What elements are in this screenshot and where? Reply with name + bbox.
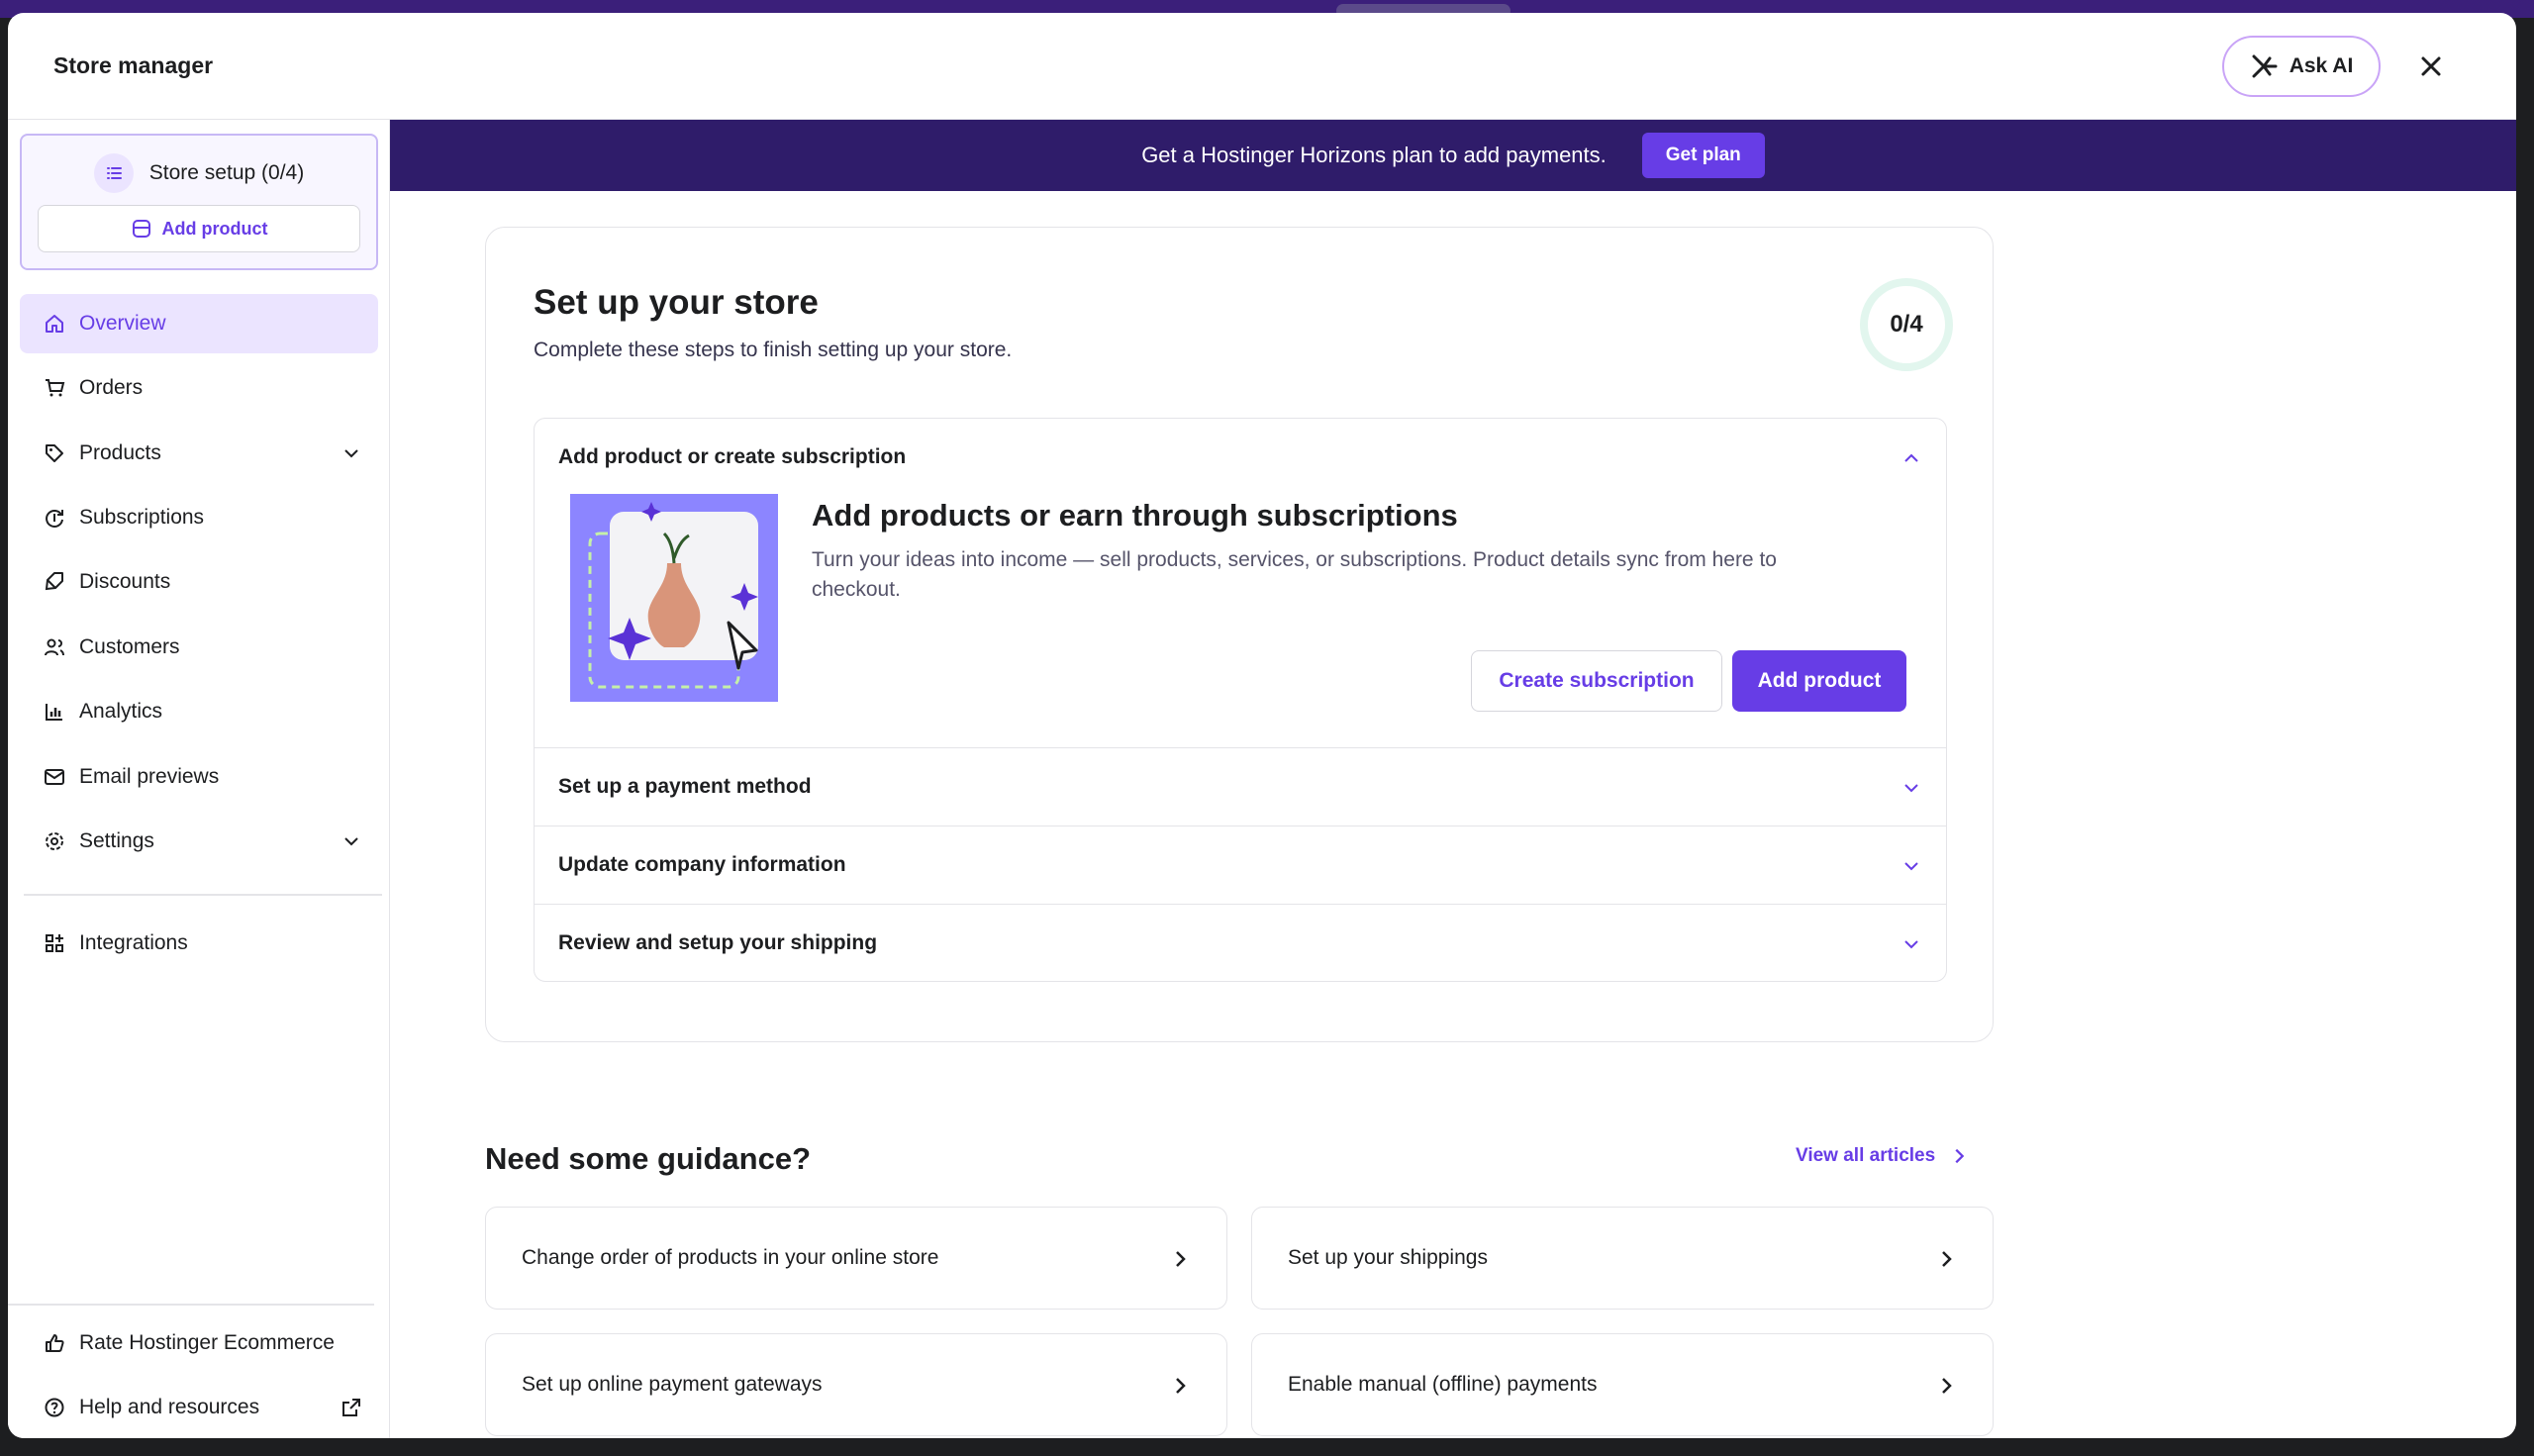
sidebar-item-analytics[interactable]: Analytics [20,682,378,741]
add-product-button[interactable]: Add product [1732,650,1906,712]
article-title: Set up online payment gateways [522,1373,823,1396]
chevron-down-icon [1904,862,1918,871]
guidance-title: Need some guidance? [485,1141,812,1176]
box-icon [132,220,150,238]
store-setup-panel: Set up your store Complete these steps t… [485,227,1994,1042]
subscription-icon [46,510,63,528]
sidebar-add-product-button[interactable]: Add product [38,205,360,252]
external-link-icon [342,1399,360,1416]
window-title: Store manager [53,52,214,78]
cart-icon [46,379,65,397]
sidebar: Store setup (0/4) Add product Overview O… [8,120,390,1438]
step-label: Set up a payment method [558,775,812,798]
step-add-product-header[interactable]: Add product or create subscription [535,419,1946,496]
chevron-right-icon [1955,1148,1965,1164]
sidebar-item-label: Overview [79,312,166,335]
step-payment-method-header[interactable]: Set up a payment method [535,748,1946,825]
window-header: Store manager Ask AI [8,13,2516,120]
sidebar-divider [24,894,382,896]
chevron-right-icon [1942,1378,1952,1394]
sidebar-item-label: Discounts [79,570,171,593]
chevron-right-icon [1942,1251,1952,1267]
view-all-label: View all articles [1796,1145,1936,1166]
chevron-right-icon [1176,1378,1186,1394]
sidebar-item-label: Rate Hostinger Ecommerce [79,1331,335,1354]
article-card[interactable]: Enable manual (offline) payments [1251,1333,1994,1436]
setup-subtitle: Complete these steps to finish setting u… [534,339,1013,361]
ask-ai-button[interactable]: Ask AI [2222,36,2381,97]
sidebar-item-customers[interactable]: Customers [20,618,378,677]
tag-icon [46,444,63,462]
users-icon [45,638,64,656]
sidebar-add-product-label: Add product [161,218,268,239]
sidebar-item-label: Email previews [79,765,220,788]
gear-icon [46,832,63,850]
setup-steps-accordion: Add product or create subscription Add p… [534,418,1947,982]
article-card[interactable]: Set up your shippings [1251,1207,1994,1310]
sidebar-item-subscriptions[interactable]: Subscriptions [20,488,378,547]
store-setup-row[interactable]: Store setup (0/4) [22,153,376,193]
sidebar-item-overview[interactable]: Overview [20,294,378,353]
step-label: Review and setup your shipping [558,931,878,954]
help-icon [45,1398,64,1417]
create-subscription-button[interactable]: Create subscription [1471,650,1722,712]
sidebar-item-label: Settings [79,829,154,852]
panel-title: Add products or earn through subscriptio… [812,498,1458,533]
sidebar-item-rate[interactable]: Rate Hostinger Ecommerce [20,1313,378,1373]
store-setup-card[interactable]: Store setup (0/4) Add product [20,134,378,270]
sparkle-ai-icon [2252,54,2278,78]
sidebar-item-label: Help and resources [79,1396,260,1418]
integrations-icon [46,934,63,952]
sidebar-item-integrations[interactable]: Integrations [20,914,378,973]
sidebar-item-settings[interactable]: Settings [20,812,378,871]
sidebar-item-label: Orders [79,376,144,399]
chevron-down-icon [344,449,358,458]
sidebar-item-label: Customers [79,635,180,658]
discount-icon [45,572,63,591]
list-icon [93,153,134,193]
get-plan-button[interactable]: Get plan [1641,133,1765,178]
mail-icon [45,769,64,785]
progress-ring: 0/4 [1857,275,1956,374]
sidebar-footer-divider [8,1304,374,1306]
view-all-articles-link[interactable]: View all articles [1796,1145,1969,1167]
close-button[interactable] [2413,49,2449,84]
store-setup-label: Store setup (0/4) [148,161,305,184]
close-icon [2421,56,2441,76]
sidebar-item-label: Products [79,441,161,464]
sidebar-item-label: Analytics [79,700,163,723]
setup-title: Set up your store [534,283,819,322]
sidebar-item-orders[interactable]: Orders [20,358,378,418]
progress-text: 0/4 [1890,311,1923,338]
sidebar-item-label: Subscriptions [79,506,205,529]
chart-icon [46,704,62,721]
panel-description: Turn your ideas into income — sell produ… [812,548,1777,601]
chevron-up-icon [1904,453,1918,462]
sidebar-item-discounts[interactable]: Discounts [20,552,378,612]
sidebar-item-email-previews[interactable]: Email previews [20,747,378,807]
sidebar-item-help[interactable]: Help and resources [20,1378,378,1437]
product-illustration [570,494,778,702]
ask-ai-label: Ask AI [2289,54,2354,77]
article-card[interactable]: Set up online payment gateways [485,1333,1227,1436]
step-shipping-header[interactable]: Review and setup your shipping [535,905,1946,982]
chevron-down-icon [344,837,358,846]
home-icon [46,315,63,333]
article-title: Change order of products in your online … [522,1246,939,1269]
step-company-info-header[interactable]: Update company information [535,826,1946,904]
chevron-right-icon [1176,1251,1186,1267]
step-label: Add product or create subscription [558,445,907,468]
sidebar-item-label: Integrations [79,931,188,954]
banner-text: Get a Hostinger Horizons plan to add pay… [1141,143,1607,167]
chevron-down-icon [1904,784,1918,793]
article-card[interactable]: Change order of products in your online … [485,1207,1227,1310]
store-manager-window: Store manager Ask AI Store setup (0/4) A… [8,13,2516,1438]
thumbs-up-icon [46,1334,64,1352]
upgrade-banner: Get a Hostinger Horizons plan to add pay… [390,120,2516,191]
chevron-down-icon [1904,940,1918,949]
sidebar-item-products[interactable]: Products [20,424,378,483]
article-title: Set up your shippings [1288,1246,1488,1269]
step-label: Update company information [558,853,846,876]
article-title: Enable manual (offline) payments [1288,1373,1598,1396]
